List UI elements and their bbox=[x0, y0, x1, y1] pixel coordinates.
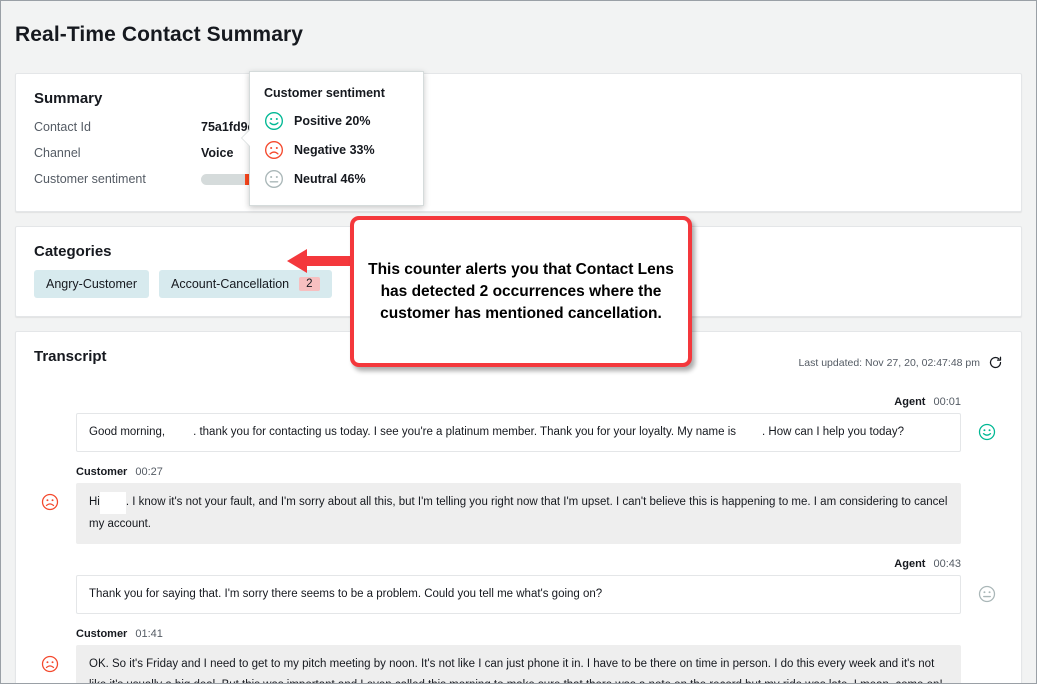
message-text-before: Hi bbox=[89, 496, 100, 508]
face-happy-icon bbox=[978, 423, 996, 441]
transcript-message: Hi . I know it's not your fault, and I'm… bbox=[34, 483, 1003, 544]
transcript-message: Good morning, . thank you for contacting… bbox=[34, 413, 1003, 452]
summary-label: Channel bbox=[34, 146, 201, 160]
message-time: 00:01 bbox=[933, 396, 961, 408]
message-time: 01:41 bbox=[135, 628, 163, 640]
summary-label: Customer sentiment bbox=[34, 172, 201, 186]
tooltip-label-neutral: Neutral 46% bbox=[294, 172, 366, 186]
transcript-card: Transcript Last updated: Nov 27, 20, 02:… bbox=[15, 331, 1022, 684]
summary-label: Contact Id bbox=[34, 120, 201, 134]
message-speaker: Customer bbox=[76, 628, 127, 640]
message-meta: Agent 00:01 bbox=[34, 396, 1003, 408]
message-bubble: Good morning, . thank you for contacting… bbox=[76, 413, 961, 452]
page-header: Real-Time Contact Summary bbox=[1, 1, 1036, 73]
face-neutral-icon bbox=[978, 585, 996, 603]
message-sentiment-icon-slot bbox=[34, 645, 66, 673]
tooltip-label-negative: Negative 33% bbox=[294, 143, 375, 157]
transcript-last-updated: Last updated: Nov 27, 20, 02:47:48 pm bbox=[798, 348, 1003, 370]
redaction-block bbox=[736, 422, 762, 443]
transcript-title: Transcript bbox=[34, 348, 107, 365]
face-happy-icon bbox=[264, 111, 284, 131]
redaction-block bbox=[165, 422, 193, 443]
face-neutral-icon bbox=[264, 169, 284, 189]
annotation-callout: This counter alerts you that Contact Len… bbox=[350, 216, 692, 367]
transcript-message: OK. So it's Friday and I need to get to … bbox=[34, 645, 1003, 684]
category-chip-angry-customer[interactable]: Angry-Customer bbox=[34, 270, 149, 298]
refresh-icon[interactable] bbox=[988, 355, 1003, 370]
annotation-arrow bbox=[285, 244, 357, 278]
tooltip-label-positive: Positive 20% bbox=[294, 114, 370, 128]
category-chip-label: Angry-Customer bbox=[46, 277, 137, 291]
sentiment-slot-empty bbox=[971, 645, 1003, 655]
message-speaker: Agent bbox=[894, 558, 925, 570]
summary-card: Summary Contact Id 75a1fd9e-511 Channel … bbox=[15, 73, 1022, 212]
tooltip-row-positive: Positive 20% bbox=[264, 111, 409, 131]
tooltip-title: Customer sentiment bbox=[264, 86, 409, 100]
face-sad-icon bbox=[41, 493, 59, 511]
category-chip-label: Account-Cancellation bbox=[171, 277, 289, 291]
summary-title: Summary bbox=[16, 74, 1021, 117]
summary-row-channel: Channel Voice bbox=[34, 143, 1003, 163]
sentiment-slot-empty bbox=[971, 483, 1003, 493]
page-title: Real-Time Contact Summary bbox=[15, 23, 1036, 47]
face-sad-icon bbox=[264, 140, 284, 160]
message-sentiment-icon-slot bbox=[34, 483, 66, 511]
message-bubble: Hi . I know it's not your fault, and I'm… bbox=[76, 483, 961, 544]
message-meta: Agent 00:43 bbox=[34, 558, 1003, 570]
sentiment-slot-empty bbox=[34, 575, 66, 585]
message-text-before: Good morning, bbox=[89, 426, 165, 438]
message-text-after: . I know it's not your fault, and I'm so… bbox=[89, 496, 947, 529]
redaction-block bbox=[100, 492, 126, 513]
tooltip-row-negative: Negative 33% bbox=[264, 140, 409, 160]
message-bubble: OK. So it's Friday and I need to get to … bbox=[76, 645, 961, 684]
message-sentiment-icon-slot bbox=[971, 575, 1003, 603]
customer-sentiment-tooltip: Customer sentiment Positive 20% Negat bbox=[249, 71, 424, 206]
summary-body: Contact Id 75a1fd9e-511 Channel Voice Cu… bbox=[16, 117, 1021, 211]
sentiment-segment-neutral bbox=[201, 174, 245, 185]
tooltip-row-neutral: Neutral 46% bbox=[264, 169, 409, 189]
face-sad-icon bbox=[41, 655, 59, 673]
message-text-after: . How can I help you today? bbox=[762, 426, 904, 438]
last-updated-text: Last updated: Nov 27, 20, 02:47:48 pm bbox=[798, 357, 980, 369]
summary-row-contact-id: Contact Id 75a1fd9e-511 bbox=[34, 117, 1003, 137]
tooltip-tail bbox=[242, 130, 250, 146]
annotation-text: This counter alerts you that Contact Len… bbox=[354, 259, 688, 325]
channel-value: Voice bbox=[201, 146, 233, 160]
message-speaker: Agent bbox=[894, 396, 925, 408]
message-bubble: Thank you for saying that. I'm sorry the… bbox=[76, 575, 961, 614]
message-text-mid: . thank you for contacting us today. I s… bbox=[193, 426, 736, 438]
message-meta: Customer 00:27 bbox=[34, 466, 1003, 478]
message-meta: Customer 01:41 bbox=[34, 628, 1003, 640]
transcript-message: Thank you for saying that. I'm sorry the… bbox=[34, 575, 1003, 614]
summary-row-customer-sentiment: Customer sentiment bbox=[34, 169, 1003, 189]
transcript-body: Agent 00:01 Good morning, . thank you fo… bbox=[16, 376, 1021, 684]
message-time: 00:43 bbox=[933, 558, 961, 570]
sentiment-slot-empty bbox=[34, 413, 66, 423]
message-time: 00:27 bbox=[135, 466, 163, 478]
message-speaker: Customer bbox=[76, 466, 127, 478]
category-count-badge: 2 bbox=[299, 277, 319, 291]
app-screen: Real-Time Contact Summary Summary Contac… bbox=[0, 0, 1037, 684]
message-sentiment-icon-slot bbox=[971, 413, 1003, 441]
